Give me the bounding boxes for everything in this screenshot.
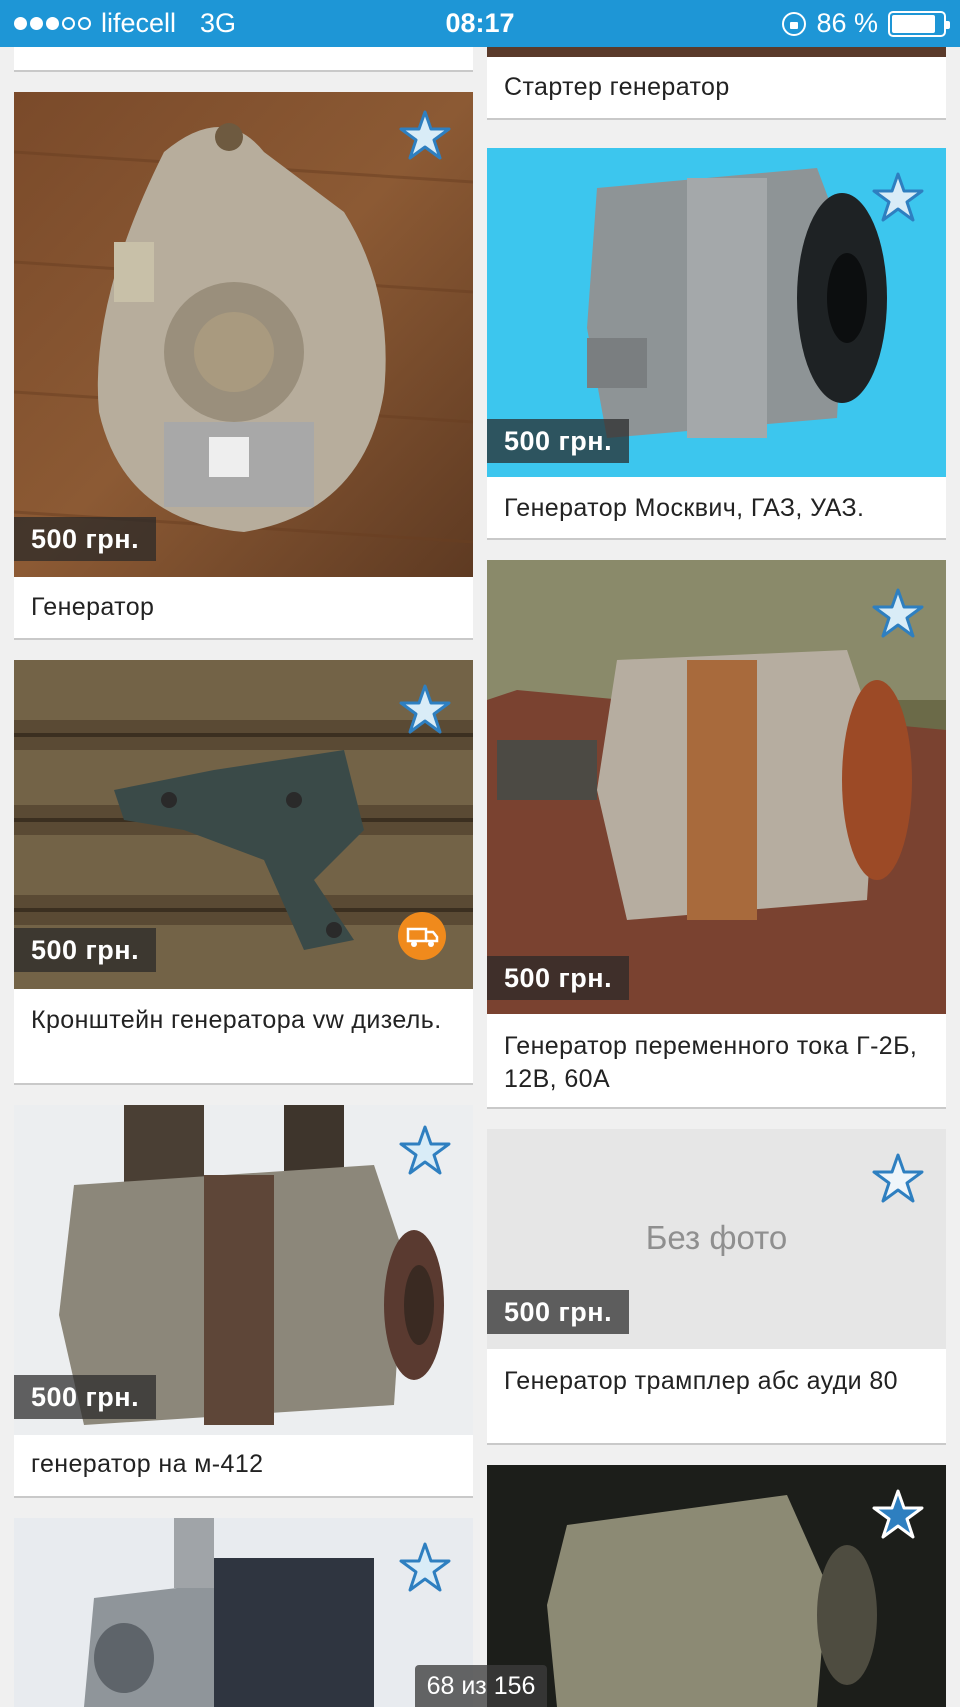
listing-title: генератор на м-412	[31, 1450, 264, 1478]
price-badge: 500 грн.	[14, 517, 157, 561]
favorite-star-icon[interactable]	[397, 1123, 453, 1179]
favorite-star-icon[interactable]	[870, 1487, 926, 1543]
listing-card[interactable]: 500 грн. генератор на м-412	[14, 1105, 473, 1498]
favorite-star-icon[interactable]	[397, 682, 453, 738]
delivery-truck-icon	[398, 912, 446, 960]
battery-icon	[888, 10, 950, 37]
listing-title: Стартер генератор	[504, 73, 730, 101]
listing-title: Генератор трамплер абс ауди 80	[504, 1367, 898, 1395]
listing-card[interactable]: 500 грн. Генератор	[14, 92, 473, 640]
listing-card[interactable]	[14, 1518, 473, 1707]
divider	[487, 1443, 946, 1445]
price-badge: 500 грн.	[487, 419, 630, 463]
listing-title: Генератор Москвич, ГАЗ, УАЗ.	[504, 494, 865, 522]
listing-title: Генератор переменного тока Г-2Б, 12В, 60…	[504, 1032, 918, 1093]
listing-title: Генератор	[31, 593, 155, 621]
divider	[487, 118, 946, 120]
status-bar: lifecell 3G 08:17 86 %	[0, 0, 960, 47]
favorite-star-icon[interactable]	[397, 1540, 453, 1596]
listing-card[interactable]: 500 грн. Кронштейн генератора vw дизель.	[14, 660, 473, 1085]
listing-title: Кронштейн генератора vw дизель.	[31, 1006, 442, 1034]
favorite-star-icon[interactable]	[870, 170, 926, 226]
favorite-star-icon[interactable]	[870, 586, 926, 642]
listing-card[interactable]: 500 грн. Генератор Москвич, ГАЗ, УАЗ.	[487, 148, 946, 540]
divider	[14, 1083, 473, 1085]
listing-card[interactable]: Без фото 500 грн. Генератор трамплер абс…	[487, 1129, 946, 1445]
favorite-star-icon[interactable]	[397, 108, 453, 164]
listing-photo	[14, 92, 473, 577]
price-badge: 500 грн.	[487, 1290, 630, 1334]
listing-card[interactable]: 500 грн. Генератор переменного тока Г-2Б…	[487, 560, 946, 1109]
divider	[487, 538, 946, 540]
divider	[14, 638, 473, 640]
battery-percent: 86 %	[816, 8, 878, 38]
price-badge: 500 грн.	[14, 928, 157, 972]
listing-card[interactable]	[487, 1465, 946, 1707]
page-counter: 68 из 156	[415, 1665, 547, 1707]
orientation-lock-icon	[782, 11, 807, 36]
status-right: 86 %	[782, 8, 950, 39]
divider	[14, 70, 473, 72]
divider	[14, 1496, 473, 1498]
favorite-star-icon[interactable]	[870, 1151, 926, 1207]
price-badge: 500 грн.	[14, 1375, 157, 1419]
price-badge: 500 грн.	[487, 956, 630, 1000]
divider	[487, 1107, 946, 1109]
no-photo-label: Без фото	[645, 1219, 788, 1256]
